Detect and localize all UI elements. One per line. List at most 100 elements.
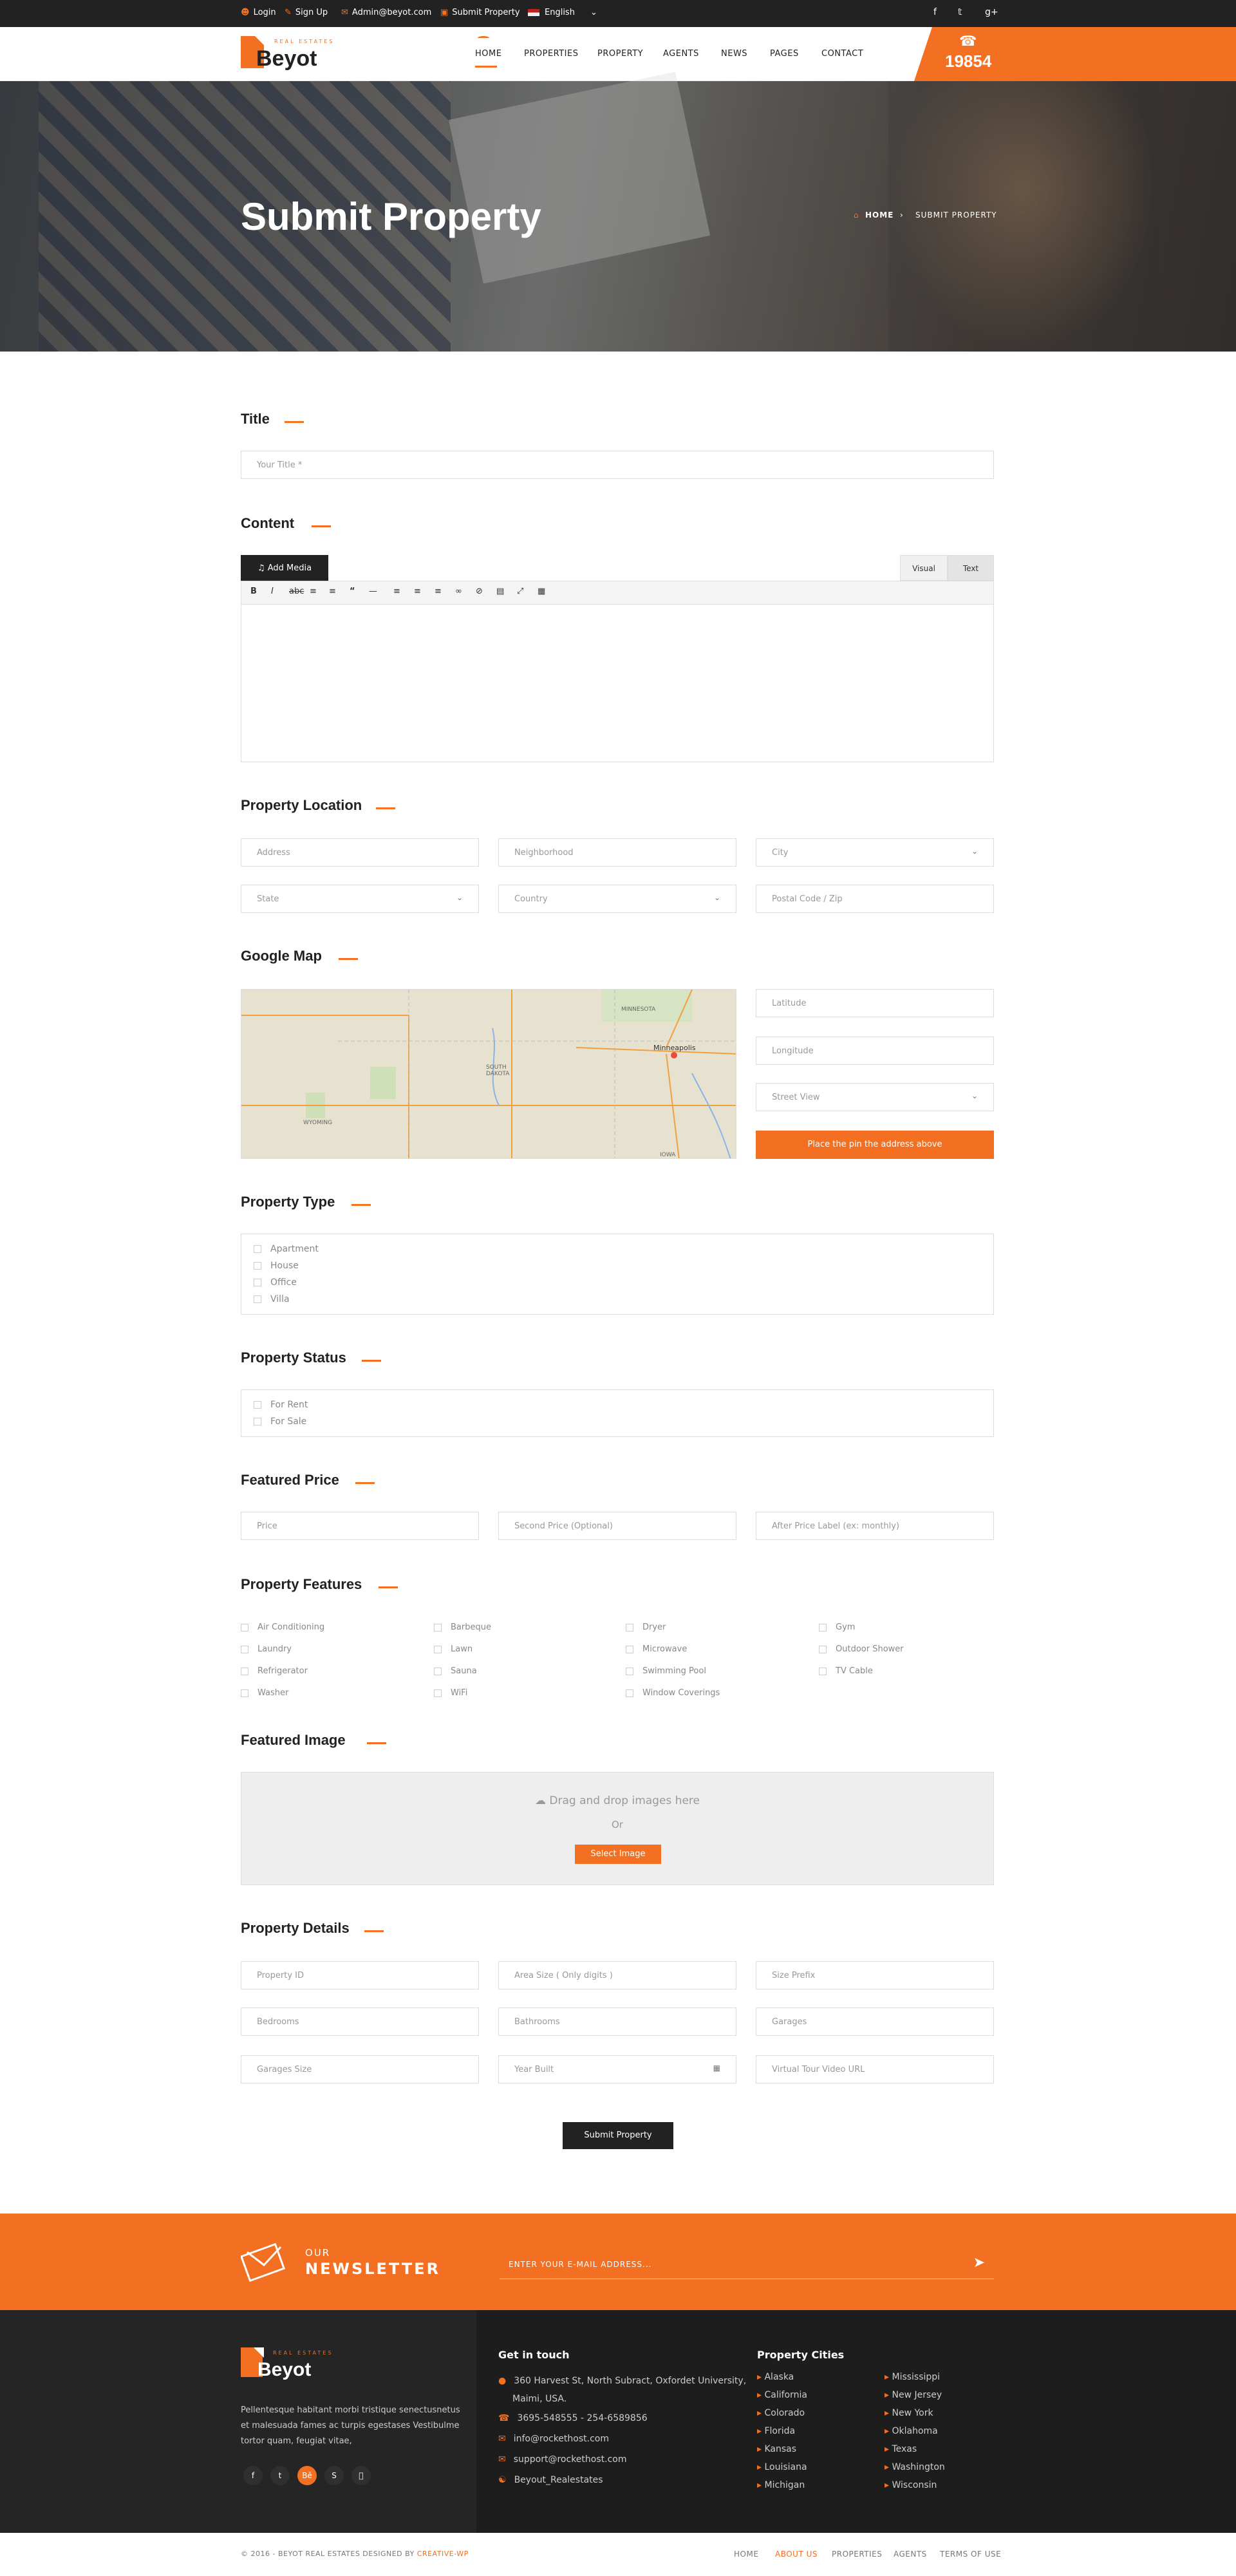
feature-item[interactable]: Gym — [819, 1622, 855, 1632]
newsletter-email-input[interactable]: ENTER YOUR E-MAIL ADDRESS... ➤ — [500, 2251, 994, 2279]
footer-email[interactable]: ✉ info@rockethost.com — [498, 2434, 609, 2444]
tab-text[interactable]: Text — [948, 555, 994, 581]
footer-link-terms[interactable]: TERMS OF USE — [940, 2550, 1001, 2559]
logo-text[interactable]: Beyot — [256, 46, 317, 71]
feature-item[interactable]: Microwave — [626, 1644, 687, 1654]
align-center-icon[interactable]: ≡ — [414, 587, 421, 596]
footer-skype-icon[interactable]: S — [324, 2466, 344, 2485]
nav-home[interactable]: HOME — [475, 49, 501, 59]
unlink-icon[interactable]: ⊘ — [476, 587, 483, 596]
feature-item[interactable]: Air Conditioning — [241, 1622, 324, 1632]
price-input[interactable]: Price — [241, 1512, 479, 1540]
nav-news[interactable]: NEWS — [721, 49, 747, 59]
city-link[interactable]: ▸ Louisiana — [757, 2462, 807, 2472]
language-select[interactable]: English ⌄ — [528, 8, 597, 17]
phone-box[interactable]: ☎ 19854 — [914, 27, 1236, 81]
checkbox[interactable] — [254, 1418, 261, 1425]
copyright-brand[interactable]: CREATIVE-WP — [417, 2550, 469, 2558]
feature-item[interactable]: Sauna — [434, 1666, 477, 1676]
feature-item[interactable]: Dryer — [626, 1622, 666, 1632]
read-more-icon[interactable]: ▤ — [496, 587, 504, 596]
city-link[interactable]: ▸ Mississippi — [885, 2372, 940, 2382]
city-link[interactable]: ▸ Texas — [885, 2444, 917, 2454]
fullscreen-icon[interactable]: ⤢ — [517, 587, 523, 596]
twitter-icon[interactable]: 𝕥 — [958, 7, 962, 17]
checkbox[interactable] — [254, 1279, 261, 1286]
checkbox[interactable] — [626, 1645, 633, 1653]
footer-facebook-icon[interactable]: f — [243, 2466, 263, 2485]
checkbox[interactable] — [241, 1623, 248, 1631]
city-select[interactable]: City ⌄ — [756, 838, 994, 867]
checkbox[interactable] — [434, 1645, 442, 1653]
type-option-house[interactable]: House — [254, 1261, 299, 1271]
checkbox[interactable] — [819, 1623, 827, 1631]
nav-agents[interactable]: AGENTS — [663, 49, 699, 59]
bold-icon[interactable]: B — [250, 587, 257, 596]
city-link[interactable]: ▸ New York — [885, 2408, 933, 2418]
add-media-button[interactable]: ♫ Add Media — [241, 555, 328, 582]
footer-link-agents[interactable]: AGENTS — [894, 2550, 927, 2559]
facebook-icon[interactable]: f — [933, 7, 937, 17]
city-link[interactable]: ▸ Colorado — [757, 2408, 805, 2418]
select-image-button[interactable]: Select Image — [575, 1845, 661, 1864]
strike-icon[interactable]: abc — [289, 587, 304, 596]
feature-item[interactable]: Barbeque — [434, 1622, 491, 1632]
tab-visual[interactable]: Visual — [900, 555, 948, 581]
postal-input[interactable]: Postal Code / Zip — [756, 885, 994, 913]
nav-pages[interactable]: PAGES — [770, 49, 799, 59]
checkbox[interactable] — [241, 1689, 248, 1697]
bullet-list-icon[interactable]: ≡ — [310, 587, 317, 596]
footer-apple-icon[interactable]:  — [351, 2466, 371, 2485]
footer-email-support[interactable]: ✉ support@rockethost.com — [498, 2454, 626, 2465]
nav-properties[interactable]: PROPERTIES — [524, 49, 579, 59]
feature-item[interactable]: Swimming Pool — [626, 1666, 706, 1676]
bathrooms-input[interactable]: Bathrooms — [498, 2007, 736, 2036]
status-option-sale[interactable]: For Sale — [254, 1416, 306, 1427]
checkbox[interactable] — [241, 1645, 248, 1653]
calendar-icon[interactable]: ▦ — [713, 2064, 720, 2073]
latitude-input[interactable]: Latitude — [756, 989, 994, 1017]
size-prefix-input[interactable]: Size Prefix — [756, 1961, 994, 1989]
blockquote-icon[interactable]: “ — [350, 587, 355, 596]
city-link[interactable]: ▸ Wisconsin — [885, 2480, 937, 2490]
checkbox[interactable] — [254, 1295, 261, 1303]
feature-item[interactable]: Washer — [241, 1688, 288, 1698]
feature-item[interactable]: WiFi — [434, 1688, 467, 1698]
feature-item[interactable]: Laundry — [241, 1644, 292, 1654]
city-link[interactable]: ▸ California — [757, 2390, 807, 2400]
street-view-select[interactable]: Street View ⌄ — [756, 1083, 994, 1111]
year-built-input[interactable]: Year Built ▦ — [498, 2055, 736, 2083]
editor-body[interactable] — [241, 605, 993, 762]
footer-twitter-icon[interactable]: t — [270, 2466, 290, 2485]
submit-property-link[interactable]: ▣ Submit Property — [440, 8, 520, 17]
breadcrumb-home[interactable]: HOME — [865, 211, 894, 220]
footer-skype[interactable]: ☯ Beyout_Realestates — [498, 2475, 603, 2485]
send-icon[interactable]: ➤ — [973, 2255, 985, 2271]
feature-item[interactable]: Refrigerator — [241, 1666, 308, 1676]
feature-item[interactable]: Window Coverings — [626, 1688, 720, 1698]
align-left-icon[interactable]: ≡ — [393, 587, 400, 596]
city-link[interactable]: ▸ New Jersey — [885, 2390, 942, 2400]
footer-link-properties[interactable]: PROPERTIES — [832, 2550, 882, 2559]
numbered-list-icon[interactable]: ≡ — [329, 587, 336, 596]
type-option-villa[interactable]: Villa — [254, 1294, 290, 1304]
neighborhood-input[interactable]: Neighborhood — [498, 838, 736, 867]
country-select[interactable]: Country ⌄ — [498, 885, 736, 913]
checkbox[interactable] — [819, 1667, 827, 1675]
type-option-office[interactable]: Office — [254, 1277, 297, 1288]
feature-item[interactable]: Lawn — [434, 1644, 473, 1654]
signup-link[interactable]: ✎ Sign Up — [285, 8, 328, 17]
checkbox[interactable] — [434, 1623, 442, 1631]
state-select[interactable]: State ⌄ — [241, 885, 479, 913]
footer-link-about[interactable]: ABOUT US — [775, 2550, 818, 2559]
checkbox[interactable] — [819, 1645, 827, 1653]
email-link[interactable]: ✉ Admin@beyot.com — [341, 8, 431, 17]
video-url-input[interactable]: Virtual Tour Video URL — [756, 2055, 994, 2083]
after-price-input[interactable]: After Price Label (ex: monthly) — [756, 1512, 994, 1540]
nav-contact[interactable]: CONTACT — [821, 49, 863, 59]
checkbox[interactable] — [241, 1667, 248, 1675]
longitude-input[interactable]: Longitude — [756, 1037, 994, 1065]
footer-behance-icon[interactable]: Bē — [297, 2466, 317, 2485]
city-link[interactable]: ▸ Oklahoma — [885, 2426, 938, 2436]
link-icon[interactable]: ∞ — [455, 587, 462, 596]
